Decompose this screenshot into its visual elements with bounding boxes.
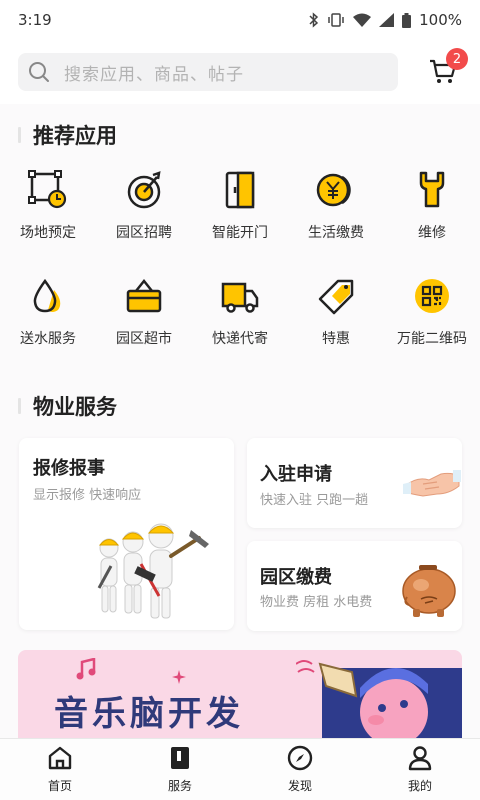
fees-subtitle: 物业费 房租 水电费: [260, 595, 373, 610]
recommended-title-text: 推荐应用: [33, 124, 117, 148]
qr-code-icon: [415, 279, 449, 313]
search-icon: [29, 62, 49, 82]
search-input[interactable]: 搜索应用、商品、帖子: [18, 53, 398, 91]
promo-banner[interactable]: 音乐脑开发: [18, 650, 462, 750]
music-note-icon: [76, 658, 96, 680]
app-park-recruit[interactable]: 园区招聘: [96, 170, 192, 242]
app-label: 送水服务: [20, 331, 76, 347]
nav-label: 我的: [407, 779, 432, 793]
property-section-title: 物业服务: [18, 391, 117, 421]
delivery-truck-icon: [221, 282, 259, 313]
settle-title: 入驻申请: [260, 464, 332, 485]
app-express-delivery[interactable]: 快递代寄: [192, 276, 288, 348]
nav-label: 首页: [47, 779, 72, 793]
app-special-offer[interactable]: 特惠: [288, 276, 384, 348]
bluetooth-icon: [309, 12, 319, 28]
status-time: 3:19: [18, 11, 52, 29]
banner-text: 音乐脑开发: [54, 694, 244, 734]
venue-booking-icon: [28, 170, 67, 209]
vibrate-icon: [328, 13, 344, 27]
search-placeholder: 搜索应用、商品、帖子: [64, 64, 244, 85]
smart-door-icon: [225, 171, 255, 209]
app-label: 园区招聘: [116, 225, 172, 241]
app-life-payment[interactable]: 生活缴费: [288, 170, 384, 242]
recommended-section-title: 推荐应用: [18, 120, 117, 150]
app-label: 场地预定: [20, 225, 76, 241]
app-label: 维修: [418, 225, 446, 241]
status-icons: 100%: [309, 11, 462, 29]
battery-percent: 100%: [419, 11, 462, 29]
signal-icon: [379, 13, 395, 27]
app-label: 园区超市: [116, 331, 172, 347]
compass-icon: [287, 745, 313, 771]
property-title-text: 物业服务: [33, 395, 117, 419]
app-smart-door[interactable]: 智能开门: [192, 170, 288, 242]
app-label: 万能二维码: [397, 331, 467, 347]
battery-icon: [402, 12, 412, 28]
settle-apply-card[interactable]: 入驻申请 快速入驻 只跑一趟: [247, 438, 462, 528]
piggy-bank-illustration: [402, 565, 456, 617]
wrench-icon: [419, 171, 445, 208]
nav-service[interactable]: 服务: [140, 745, 220, 794]
app-repair[interactable]: 维修: [384, 170, 480, 242]
section-marker: [18, 127, 21, 143]
recruit-target-icon: [127, 171, 161, 209]
water-drop-icon: [33, 278, 61, 313]
settle-subtitle: 快速入驻 只跑一趟: [260, 493, 369, 508]
handshake-illustration: [403, 470, 461, 497]
nav-discover[interactable]: 发现: [260, 745, 340, 794]
profile-icon: [408, 746, 432, 771]
nav-label: 发现: [287, 779, 312, 793]
search-header: 搜索应用、商品、帖子: [0, 40, 480, 104]
park-fee-card[interactable]: 园区缴费 物业费 房租 水电费: [247, 541, 462, 631]
app-grid: 场地预定 园区招聘 智能开门 生活缴费 维修 送水服务 园区超市 快递代寄 特惠…: [0, 170, 480, 348]
repair-subtitle: 显示报修 快速响应: [33, 488, 142, 503]
nav-label: 服务: [167, 779, 192, 793]
discount-tag-icon: [318, 279, 354, 315]
cart-badge: 2: [446, 48, 468, 70]
app-label: 生活缴费: [308, 225, 364, 241]
nav-home[interactable]: 首页: [20, 745, 100, 794]
fees-title: 园区缴费: [260, 567, 332, 588]
home-icon: [48, 746, 72, 770]
section-marker: [18, 398, 21, 414]
yen-coin-icon: [316, 173, 351, 207]
sparkle-icon: [172, 670, 186, 684]
repair-title: 报修报事: [33, 458, 105, 479]
app-park-market[interactable]: 园区超市: [96, 276, 192, 348]
app-label: 特惠: [322, 331, 350, 347]
service-book-icon: [171, 747, 189, 769]
app-water-delivery[interactable]: 送水服务: [0, 276, 96, 348]
app-qr-code[interactable]: 万能二维码: [384, 276, 480, 348]
repair-report-card[interactable]: 报修报事 显示报修 快速响应: [19, 438, 234, 630]
banner-character-illustration: [296, 660, 462, 750]
nav-mine[interactable]: 我的: [380, 745, 460, 794]
workers-illustration: [97, 523, 209, 619]
app-venue-booking[interactable]: 场地预定: [0, 170, 96, 242]
shopping-basket-icon: [126, 278, 162, 313]
app-label: 智能开门: [212, 225, 268, 241]
bottom-nav: 首页 服务 发现 我的: [0, 738, 480, 800]
app-label: 快递代寄: [212, 331, 268, 347]
status-bar: 3:19 100%: [0, 0, 480, 40]
wifi-icon: [353, 13, 372, 27]
